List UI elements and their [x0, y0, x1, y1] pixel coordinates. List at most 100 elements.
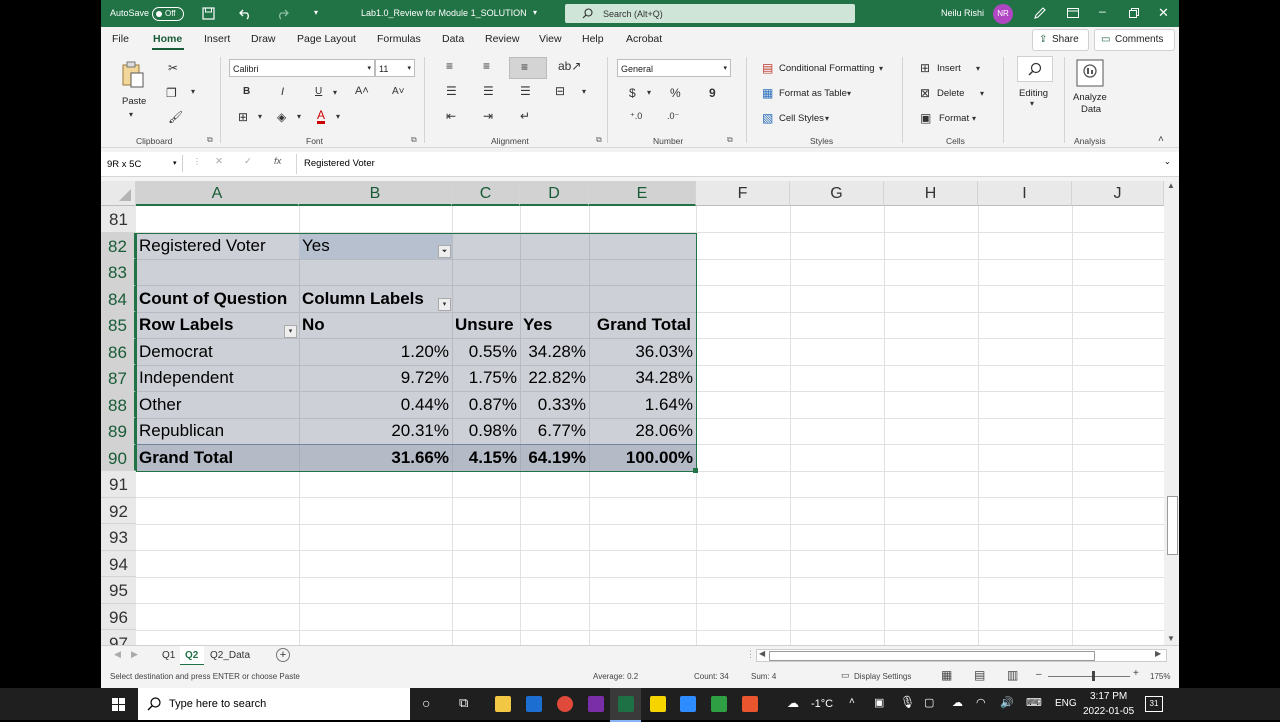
fill-handle[interactable] [693, 468, 698, 473]
recorder-icon[interactable] [742, 696, 758, 712]
clock-date[interactable]: 2022-01-05 [1083, 706, 1134, 717]
pivot-cell[interactable]: 0.98% [452, 421, 517, 441]
zoom-in-icon[interactable]: + [1133, 668, 1139, 679]
grand-total-label[interactable]: Grand Total [139, 448, 233, 468]
row-header-86[interactable]: 86 [101, 338, 136, 365]
horizontal-scrollbar[interactable]: ◀ ▶ [756, 649, 1167, 662]
italic-button[interactable]: I [281, 86, 284, 98]
notification-center-icon[interactable]: 31 [1145, 696, 1163, 712]
name-box[interactable]: 9R x 5C ▾ [105, 155, 183, 172]
fill-color-chevron-icon[interactable]: ▾ [297, 112, 301, 121]
currency-chevron-icon[interactable]: ▾ [647, 88, 651, 97]
tab-insert[interactable]: Insert [204, 33, 230, 45]
column-labels-dropdown-icon[interactable]: ▾ [438, 298, 451, 311]
row-header-81[interactable]: 81 [101, 206, 136, 233]
row-header-94[interactable]: 94 [101, 550, 136, 577]
grand-total-cell[interactable]: 100.00% [589, 448, 693, 468]
analyze-data-label-2[interactable]: Data [1081, 104, 1101, 115]
pen-icon[interactable] [1033, 7, 1046, 20]
add-sheet-icon[interactable]: + [276, 648, 290, 662]
pivot-values-label[interactable]: Count of Question [139, 289, 287, 309]
delete-cells-icon[interactable]: ⊠ [920, 86, 930, 100]
pivot-cell[interactable]: 28.06% [589, 421, 693, 441]
conditional-formatting-icon[interactable]: ▤ [762, 61, 773, 75]
scroll-left-icon[interactable]: ◀ [759, 649, 765, 658]
row-header-87[interactable]: 87 [101, 365, 136, 392]
bold-button[interactable]: B [243, 86, 250, 97]
align-bottom-button[interactable]: ≡ [509, 57, 547, 79]
comma-button[interactable]: 9 [709, 86, 716, 100]
zoom-icon[interactable] [680, 696, 696, 712]
sticky-notes-icon[interactable] [650, 696, 666, 712]
zoom-slider[interactable] [1048, 676, 1130, 677]
decrease-decimal-icon[interactable]: .0⁻ [667, 111, 679, 122]
delete-cells-button[interactable]: Delete [937, 88, 964, 99]
row-header-91[interactable]: 91 [101, 471, 136, 498]
status-sum[interactable]: Sum: 4 [751, 672, 776, 681]
tab-acrobat[interactable]: Acrobat [626, 33, 662, 45]
conditional-formatting-button[interactable]: Conditional Formatting [779, 63, 875, 74]
insert-function-icon[interactable]: fx [274, 156, 281, 167]
pivot-cell[interactable]: 1.75% [452, 368, 517, 388]
cut-icon[interactable]: ✂ [168, 61, 178, 75]
pivot-cell[interactable]: 22.82% [520, 368, 586, 388]
task-view-icon[interactable]: ⧉ [459, 695, 468, 711]
pivot-cell[interactable]: 9.72% [299, 368, 449, 388]
pivot-cell[interactable]: 36.03% [589, 342, 693, 362]
display-settings-button[interactable]: Display Settings [854, 672, 911, 681]
copy-chevron-icon[interactable]: ▾ [191, 87, 195, 96]
number-format-select[interactable]: General ▾ [617, 59, 731, 77]
pivot-cell[interactable]: 1.64% [589, 395, 693, 415]
tab-formulas[interactable]: Formulas [377, 33, 421, 45]
restore-icon[interactable] [1129, 8, 1139, 18]
formula-content[interactable]: Registered Voter [304, 158, 375, 169]
column-header-i[interactable]: I [978, 181, 1072, 206]
column-header-h[interactable]: H [884, 181, 978, 206]
format-as-table-chevron-icon[interactable]: ▾ [847, 89, 851, 98]
excel-taskbar-button[interactable] [610, 688, 641, 722]
outlook-icon[interactable] [526, 696, 542, 712]
paste-icon[interactable] [121, 61, 145, 89]
camtasia-icon[interactable] [711, 696, 727, 712]
orientation-icon[interactable]: ab↗ [558, 59, 581, 73]
tab-split-handle-icon[interactable]: ⋮ [746, 649, 755, 660]
tab-review[interactable]: Review [485, 33, 519, 45]
row-header-95[interactable]: 95 [101, 577, 136, 604]
editing-chevron-icon[interactable]: ▾ [1030, 99, 1034, 108]
align-top-icon[interactable]: ≡ [446, 59, 453, 73]
align-center-icon[interactable]: ☰ [483, 84, 494, 98]
row-header-83[interactable]: 83 [101, 259, 136, 286]
weather-temperature[interactable]: -1°C [811, 698, 833, 710]
format-cells-button[interactable]: Format [939, 113, 969, 124]
redo-icon[interactable] [276, 7, 289, 20]
status-average[interactable]: Average: 0.2 [593, 672, 638, 681]
tab-draw[interactable]: Draw [251, 33, 276, 45]
pivot-cell[interactable]: 6.77% [520, 421, 586, 441]
pivot-row-label[interactable]: Democrat [139, 342, 213, 362]
delete-cells-chevron-icon[interactable]: ▾ [980, 89, 984, 98]
tab-data[interactable]: Data [442, 33, 464, 45]
pivot-cell[interactable]: 0.44% [299, 395, 449, 415]
pivot-header-grand-total[interactable]: Grand Total [589, 315, 691, 335]
font-name-select[interactable]: Calibri ▾ [229, 59, 375, 77]
undo-icon[interactable] [239, 7, 252, 20]
underline-chevron-icon[interactable]: ▾ [333, 88, 337, 97]
insert-cells-icon[interactable]: ⊞ [920, 61, 930, 75]
taskbar-search-box[interactable]: Type here to search [138, 688, 410, 720]
collapse-ribbon-icon[interactable]: ˄ [1158, 134, 1164, 145]
currency-button[interactable]: $ [629, 86, 636, 100]
tab-help[interactable]: Help [582, 33, 604, 45]
format-cells-icon[interactable]: ▣ [920, 111, 931, 125]
increase-indent-icon[interactable]: ⇥ [483, 109, 493, 123]
column-header-c[interactable]: C [452, 181, 520, 206]
editing-label[interactable]: Editing [1019, 88, 1048, 99]
row-labels-dropdown-icon[interactable]: ▾ [284, 325, 297, 338]
sheet-tab-q2[interactable]: Q2 [180, 646, 204, 666]
grand-total-cell[interactable]: 31.66% [299, 448, 449, 468]
number-launcher-icon[interactable]: ⧉ [727, 135, 733, 145]
align-left-icon[interactable]: ☰ [446, 84, 457, 98]
column-header-j[interactable]: J [1072, 181, 1164, 206]
tray-chevron-icon[interactable]: ˄ [849, 696, 855, 707]
copy-icon[interactable]: ❐ [166, 86, 177, 100]
status-count[interactable]: Count: 34 [694, 672, 729, 681]
